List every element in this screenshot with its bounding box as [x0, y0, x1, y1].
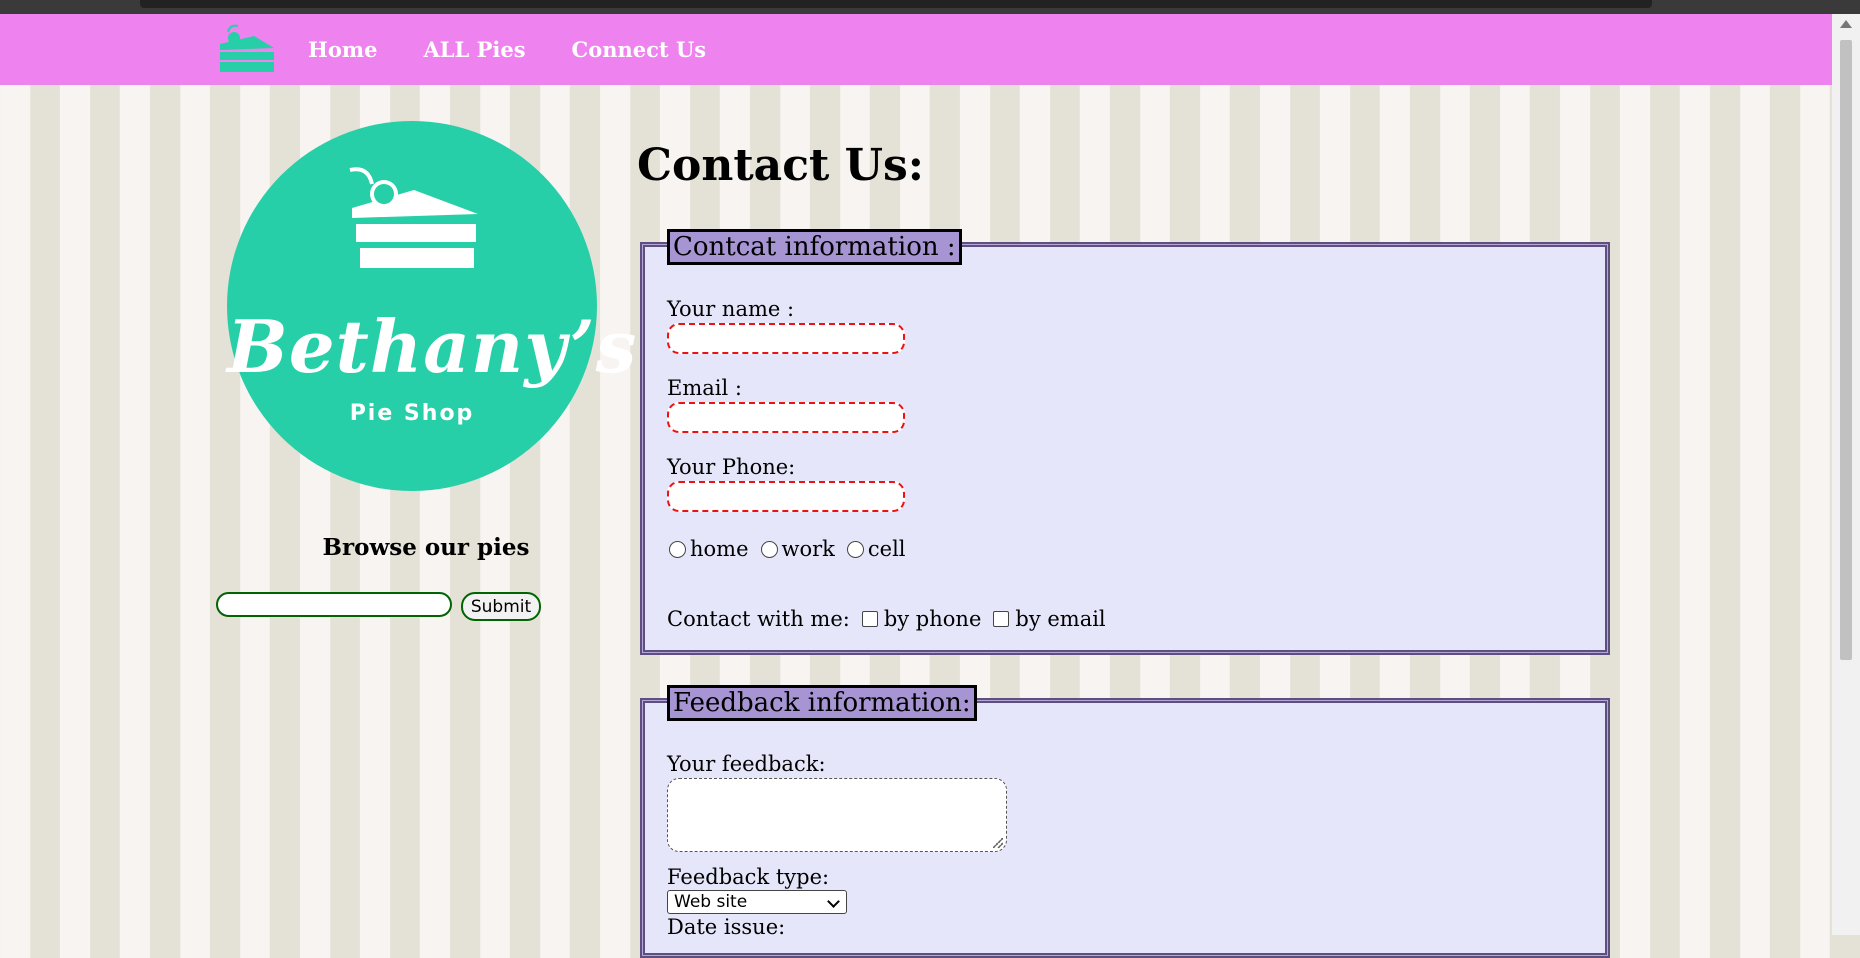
submit-button[interactable]: Submit: [461, 592, 541, 621]
chevron-down-icon: [827, 895, 840, 908]
brand-title: Bethany’s: [227, 304, 638, 389]
feedback-label: Your feedback:: [667, 752, 826, 776]
browse-title: Browse our pies: [322, 534, 530, 561]
feedback-type-select[interactable]: Web site: [667, 890, 847, 914]
email-label: Email :: [667, 376, 742, 400]
phone-input[interactable]: [667, 481, 905, 512]
checkbox-by-email[interactable]: [993, 611, 1010, 627]
feedback-type-label: Feedback type:: [667, 865, 830, 889]
brand-subtitle: Pie Shop: [349, 401, 475, 426]
phone-type-group: home work cell: [669, 537, 912, 561]
scrollbar[interactable]: [1832, 14, 1860, 935]
checkbox-by-email-label: by email: [1015, 607, 1106, 631]
browser-bar: [140, 0, 1652, 8]
feedback-textarea[interactable]: [667, 778, 1007, 852]
email-input[interactable]: [667, 402, 905, 433]
page-title: Contact Us:: [637, 140, 925, 191]
scrollbar-thumb[interactable]: [1840, 40, 1852, 660]
radio-cell-label: cell: [867, 537, 906, 561]
search-input[interactable]: [216, 592, 452, 617]
name-input[interactable]: [667, 323, 905, 354]
contact-method-group: Contact with me: by phone by email: [667, 607, 1106, 631]
feedback-fieldset: Feedback information: Your feedback: Fee…: [640, 685, 1610, 958]
brand-logo: Bethany’s Pie Shop: [227, 121, 638, 491]
radio-work[interactable]: work: [760, 537, 835, 561]
nav-link-home[interactable]: Home: [308, 37, 377, 62]
checkbox-by-phone[interactable]: [861, 611, 878, 627]
contact-method-label: Contact with me:: [667, 607, 850, 631]
pie-slice-icon: [349, 167, 478, 268]
contact-legend: Contcat information :: [667, 229, 962, 265]
radio-cell[interactable]: cell: [846, 537, 906, 561]
resize-grip-icon[interactable]: [993, 838, 1003, 848]
phone-label: Your Phone:: [667, 455, 796, 479]
radio-button[interactable]: [846, 540, 864, 558]
date-issue-label: Date issue:: [667, 915, 786, 939]
checkbox-by-phone-label: by phone: [883, 607, 982, 631]
scroll-up-arrow-icon[interactable]: [1840, 20, 1852, 28]
feedback-type-value: Web site: [674, 892, 748, 912]
nav-links: Home ALL Pies Connect Us: [308, 14, 706, 85]
contact-fieldset: Contcat information : Your name : Email …: [640, 229, 1610, 655]
radio-home-label: home: [690, 537, 749, 561]
radio-home[interactable]: home: [669, 537, 749, 561]
radio-work-label: work: [781, 537, 835, 561]
name-label: Your name :: [667, 297, 795, 321]
pie-slice-logo-icon[interactable]: [214, 22, 278, 78]
browser-top-strip: [0, 0, 1860, 14]
nav-bar: Home ALL Pies Connect Us: [0, 14, 1832, 85]
feedback-legend: Feedback information:: [667, 685, 977, 721]
nav-link-all-pies[interactable]: ALL Pies: [423, 37, 525, 62]
nav-link-connect-us[interactable]: Connect Us: [572, 37, 707, 62]
radio-button[interactable]: [760, 540, 778, 558]
radio-button[interactable]: [669, 540, 686, 558]
